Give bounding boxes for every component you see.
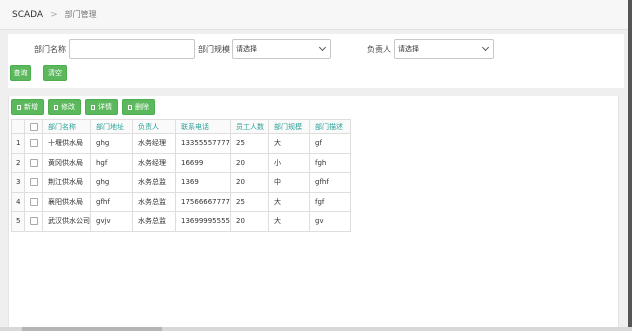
cell-manager: 水务总监 [132, 172, 176, 193]
table-row[interactable]: 3 荆江供水局 ghg 水务总监 1369 20 中 gfhf [11, 172, 351, 193]
cell-staff-count: 25 [230, 191, 269, 212]
dept-name-input[interactable] [69, 39, 195, 59]
row-number: 5 [11, 211, 25, 232]
row-checkbox[interactable] [24, 191, 43, 212]
horizontal-scrollbar-thumb[interactable] [22, 327, 162, 331]
row-number: 2 [11, 152, 25, 173]
cell-dept-address: gfhf [90, 191, 133, 212]
table-header-row: 部门名称 部门地址 负责人 联系电话 员工人数 部门规模 部门描述 [11, 119, 351, 134]
clear-button[interactable]: 清空 [43, 65, 67, 81]
row-checkbox[interactable] [24, 152, 43, 173]
breadcrumb-separator: > [50, 9, 58, 20]
cell-dept-scale: 大 [268, 191, 310, 212]
add-icon [17, 104, 21, 110]
header-staff-count[interactable]: 员工人数 [230, 119, 269, 134]
cell-staff-count: 20 [230, 152, 269, 173]
manager-select[interactable]: 请选择 [394, 39, 494, 59]
breadcrumb-current: 部门管理 [64, 10, 97, 19]
row-number-header [11, 119, 25, 134]
cell-phone: 16699 [175, 152, 231, 173]
cell-dept-address: ghg [90, 133, 133, 154]
edit-button[interactable]: 修改 [48, 99, 81, 115]
vertical-scrollbar[interactable] [628, 0, 632, 331]
delete-button-label: 删除 [135, 103, 149, 111]
header-manager[interactable]: 负责人 [132, 119, 176, 134]
breadcrumb: SCADA > 部门管理 [0, 0, 632, 30]
add-button-label: 新增 [24, 103, 38, 111]
header-dept-address[interactable]: 部门地址 [90, 119, 133, 134]
table-row[interactable]: 5 武汉供水公司 gvjv 水务总监 13699995555 20 大 gv [11, 211, 351, 232]
cell-dept-address: ghg [90, 172, 133, 193]
cell-dept-address: gvjv [90, 211, 133, 232]
cell-dept-scale: 大 [268, 133, 310, 154]
edit-icon [54, 104, 58, 110]
detail-button-label: 详情 [98, 103, 112, 111]
dept-scale-selected: 请选择 [236, 45, 257, 53]
cell-dept-name: 武汉供水公司 [42, 211, 91, 232]
dept-scale-label: 部门规模 [198, 45, 230, 54]
cell-dept-name: 黄冈供水局 [42, 152, 91, 173]
header-dept-scale[interactable]: 部门规模 [268, 119, 310, 134]
cell-manager: 水务经理 [132, 133, 176, 154]
delete-button[interactable]: 删除 [122, 99, 155, 115]
table-row[interactable]: 4 襄阳供水局 gfhf 水务总监 17566667777 25 大 fgf [11, 191, 351, 212]
delete-icon [128, 104, 132, 110]
cell-dept-desc: fgf [309, 191, 351, 212]
cell-manager: 水务总监 [132, 191, 176, 212]
cell-phone: 13699995555 [175, 211, 231, 232]
cell-staff-count: 20 [230, 172, 269, 193]
cell-staff-count: 20 [230, 211, 269, 232]
row-checkbox[interactable] [24, 133, 43, 154]
cell-staff-count: 25 [230, 133, 269, 154]
breadcrumb-home[interactable]: SCADA [12, 10, 43, 20]
chevron-down-icon [481, 43, 490, 52]
cell-dept-name: 荆江供水局 [42, 172, 91, 193]
query-button[interactable]: 查询 [10, 65, 31, 81]
cell-dept-name: 襄阳供水局 [42, 191, 91, 212]
detail-button[interactable]: 详情 [85, 99, 118, 115]
dept-table: 部门名称 部门地址 负责人 联系电话 员工人数 部门规模 部门描述 1 十堰供水… [11, 119, 351, 232]
row-checkbox[interactable] [24, 172, 43, 193]
grid-panel: 新增 修改 详情 删除 部门名称 部门地址 负责人 联系电话 员工人数 部门规模 [8, 96, 619, 331]
chevron-down-icon [318, 43, 327, 52]
cell-phone: 13355557777 [175, 133, 231, 154]
edit-button-label: 修改 [61, 103, 75, 111]
cell-dept-scale: 小 [268, 152, 310, 173]
manager-label: 负责人 [367, 45, 391, 54]
dept-name-label: 部门名称 [34, 45, 66, 54]
cell-dept-desc: gf [309, 133, 351, 154]
header-dept-desc[interactable]: 部门描述 [309, 119, 351, 134]
add-button[interactable]: 新增 [11, 99, 44, 115]
horizontal-scrollbar[interactable] [0, 327, 632, 331]
cell-dept-scale: 中 [268, 172, 310, 193]
cell-manager: 水务经理 [132, 152, 176, 173]
cell-dept-address: hgf [90, 152, 133, 173]
row-number: 1 [11, 133, 25, 154]
select-all-checkbox[interactable] [24, 119, 43, 134]
row-checkbox[interactable] [24, 211, 43, 232]
dept-scale-select[interactable]: 请选择 [232, 39, 331, 59]
cell-dept-desc: fgh [309, 152, 351, 173]
search-panel: 部门名称 部门规模 请选择 负责人 请选择 查询 清空 [8, 34, 624, 88]
header-dept-name[interactable]: 部门名称 [42, 119, 91, 134]
cell-manager: 水务总监 [132, 211, 176, 232]
cell-dept-desc: gfhf [309, 172, 351, 193]
header-phone[interactable]: 联系电话 [175, 119, 231, 134]
detail-icon [91, 104, 95, 110]
cell-dept-name: 十堰供水局 [42, 133, 91, 154]
cell-dept-scale: 大 [268, 211, 310, 232]
row-number: 3 [11, 172, 25, 193]
table-row[interactable]: 2 黄冈供水局 hgf 水务经理 16699 20 小 fgh [11, 152, 351, 173]
manager-selected: 请选择 [398, 45, 419, 53]
table-row[interactable]: 1 十堰供水局 ghg 水务经理 13355557777 25 大 gf [11, 133, 351, 154]
cell-phone: 1369 [175, 172, 231, 193]
cell-dept-desc: gv [309, 211, 351, 232]
row-number: 4 [11, 191, 25, 212]
cell-phone: 17566667777 [175, 191, 231, 212]
